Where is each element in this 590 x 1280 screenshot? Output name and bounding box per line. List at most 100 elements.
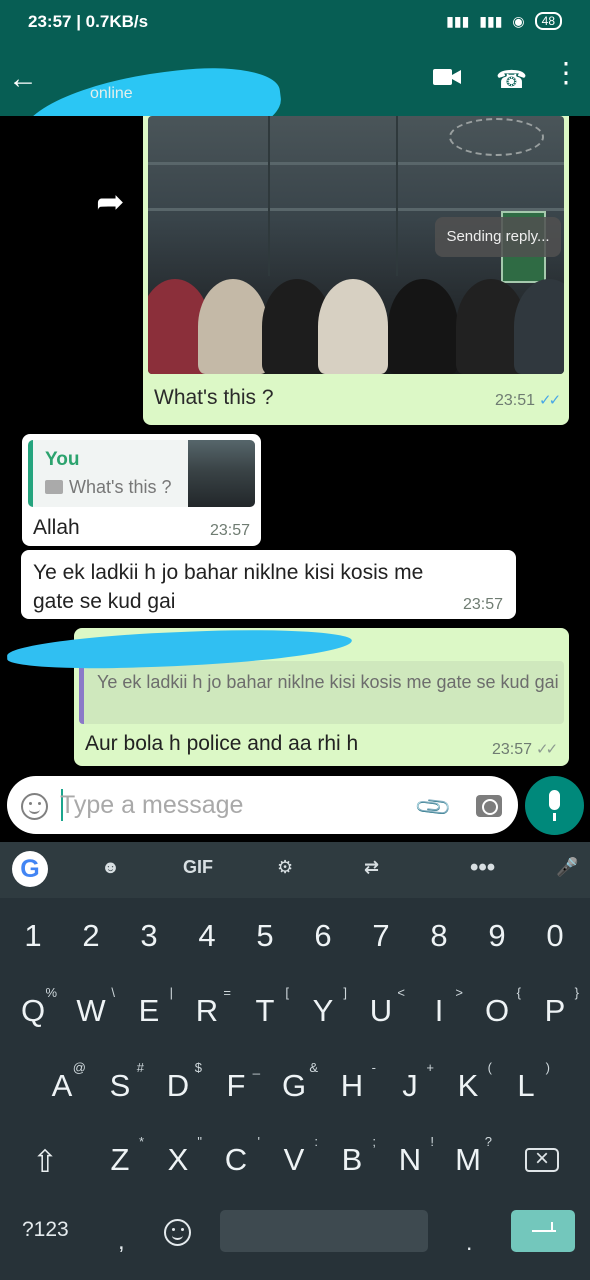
quoted-author: You	[45, 449, 80, 470]
key-symbol: [	[285, 985, 289, 1000]
status-bar: 23:57 | 0.7KB/s ▮▮▮ ▮▮▮ ◉ 48	[0, 0, 590, 44]
key-y[interactable]: ] Y	[295, 985, 351, 1051]
key-b[interactable]: ; B	[324, 1134, 380, 1200]
key-v[interactable]: :V	[266, 1134, 322, 1200]
key-x[interactable]: " X	[150, 1134, 206, 1200]
status-icons: ▮▮▮ ▮▮▮ ◉ 48	[446, 12, 562, 30]
microphone-icon	[549, 790, 560, 821]
forward-icon[interactable]: ➦	[96, 182, 125, 222]
phone-call-icon[interactable]: ☎	[496, 65, 527, 95]
translate-icon[interactable]: ⇄	[364, 857, 379, 878]
key-g[interactable]: & G	[266, 1060, 322, 1126]
message-text: Allah	[33, 516, 80, 539]
key-r[interactable]: = R	[179, 985, 235, 1051]
key-5[interactable]: 5	[237, 918, 293, 976]
key-2[interactable]: 2	[63, 918, 119, 976]
voice-message-button[interactable]	[525, 776, 584, 835]
video-call-icon[interactable]	[432, 67, 462, 87]
key-4[interactable]: 4	[179, 918, 235, 976]
google-logo[interactable]: G	[12, 851, 48, 887]
quoted-thumbnail	[188, 440, 255, 507]
key-s[interactable]: # S	[92, 1060, 148, 1126]
key-p[interactable]: } P	[527, 985, 583, 1051]
message-composer[interactable]: 📎	[7, 776, 518, 834]
emoji-icon[interactable]	[21, 793, 48, 820]
key-q[interactable]: % Q	[5, 985, 61, 1051]
settings-gear-icon[interactable]: ⚙	[277, 857, 293, 878]
key-symbol: >	[455, 985, 463, 1000]
key-symbol: "	[197, 1134, 202, 1149]
key-symbol: )	[545, 1060, 550, 1075]
key-f[interactable]: _ F	[208, 1060, 264, 1126]
message-input[interactable]	[60, 784, 390, 826]
sticker-icon[interactable]: ☻	[101, 857, 120, 878]
key-symbol: -	[371, 1060, 376, 1075]
wifi-icon: ◉	[512, 12, 525, 29]
key-d[interactable]: $ D	[150, 1060, 206, 1126]
crowd-figure	[318, 279, 388, 374]
period-key[interactable]: .	[466, 1229, 472, 1256]
key-1[interactable]: 1	[5, 918, 61, 976]
key-k[interactable]: (K	[440, 1060, 496, 1126]
keyboard-toolbar: G ☻ GIF ⚙ ⇄ ••• 🎤	[0, 842, 590, 898]
quoted-message[interactable]: You What's this ?	[28, 440, 255, 507]
backspace-key[interactable]	[525, 1145, 559, 1173]
attachment-icon[interactable]: 📎	[413, 787, 455, 829]
key-symbol: #	[136, 1060, 144, 1075]
key-8[interactable]: 8	[411, 918, 467, 976]
quoted-message[interactable]: Ye ek ladkii h jo bahar niklne kisi kosi…	[79, 661, 564, 724]
shift-key[interactable]: ⇧	[32, 1144, 58, 1180]
quoted-caption: What's this ?	[69, 477, 172, 497]
key-symbol: \	[111, 985, 115, 1000]
key-symbol: +	[426, 1060, 434, 1075]
key-a[interactable]: @ A	[34, 1060, 90, 1126]
key-0[interactable]: 0	[527, 918, 583, 976]
key-e[interactable]: | E	[121, 985, 177, 1051]
status-time: 23:57 | 0.7KB/s	[28, 12, 149, 31]
gif-button[interactable]: GIF	[183, 857, 213, 878]
key-t[interactable]: [T	[237, 985, 293, 1051]
key-h[interactable]: -H	[324, 1060, 380, 1126]
back-arrow-icon[interactable]: ←	[8, 64, 38, 94]
virtual-keyboard[interactable]: G ☻ GIF ⚙ ⇄ ••• 🎤 1 2 3 4 5 6 7 8 9 0 % Q…	[0, 842, 590, 1280]
chat-area[interactable]: ➦ Sending reply... What's this ? 23:51 ✓✓…	[0, 116, 590, 766]
more-tools-icon[interactable]: •••	[470, 854, 495, 882]
key-j[interactable]: + J	[382, 1060, 438, 1126]
key-3[interactable]: 3	[121, 918, 177, 976]
sending-reply-toast: Sending reply...	[435, 217, 561, 257]
camera-icon[interactable]	[476, 795, 502, 817]
key-z[interactable]: * Z	[92, 1134, 148, 1200]
key-l[interactable]: ) L	[498, 1060, 554, 1126]
key-w[interactable]: \ W	[63, 985, 119, 1051]
key-symbol: ;	[372, 1134, 376, 1149]
key-n[interactable]: ! N	[382, 1134, 438, 1200]
key-c[interactable]: ' C	[208, 1134, 264, 1200]
key-label: E	[138, 993, 160, 1028]
symbols-key[interactable]: ?123	[22, 1218, 69, 1242]
incoming-reply-message[interactable]: You What's this ? Allah 23:57	[22, 434, 261, 546]
microphone-icon[interactable]: 🎤	[556, 857, 578, 878]
key-6[interactable]: 6	[295, 918, 351, 976]
key-symbol: |	[169, 985, 173, 1000]
message-time: 23:57 ✓✓	[492, 740, 558, 759]
key-o[interactable]: {O	[469, 985, 525, 1051]
outgoing-image-message[interactable]: Sending reply... What's this ? 23:51 ✓✓	[143, 116, 569, 425]
enter-key[interactable]	[511, 1210, 575, 1252]
key-9[interactable]: 9	[469, 918, 525, 976]
key-symbol: (	[487, 1060, 492, 1075]
quoted-text: Ye ek ladkii h jo bahar niklne kisi kosi…	[97, 672, 559, 692]
signal-icon: ▮▮▮	[479, 12, 503, 29]
key-symbol: ?	[484, 1134, 492, 1149]
more-options-icon[interactable]: ⋮	[552, 59, 580, 87]
sent-receipt-icon: ✓✓	[536, 741, 558, 758]
key-label: C	[224, 1142, 248, 1177]
comma-key[interactable]: ,	[118, 1228, 125, 1256]
incoming-message[interactable]: Ye ek ladkii h jo bahar niklne kisi kosi…	[21, 550, 516, 619]
key-symbol: @	[72, 1060, 86, 1075]
space-key[interactable]	[220, 1210, 428, 1252]
emoji-key-icon[interactable]	[164, 1219, 191, 1246]
key-u[interactable]: < U	[353, 985, 409, 1051]
key-7[interactable]: 7	[353, 918, 409, 976]
key-m[interactable]: ? M	[440, 1134, 496, 1200]
key-i[interactable]: > I	[411, 985, 467, 1051]
